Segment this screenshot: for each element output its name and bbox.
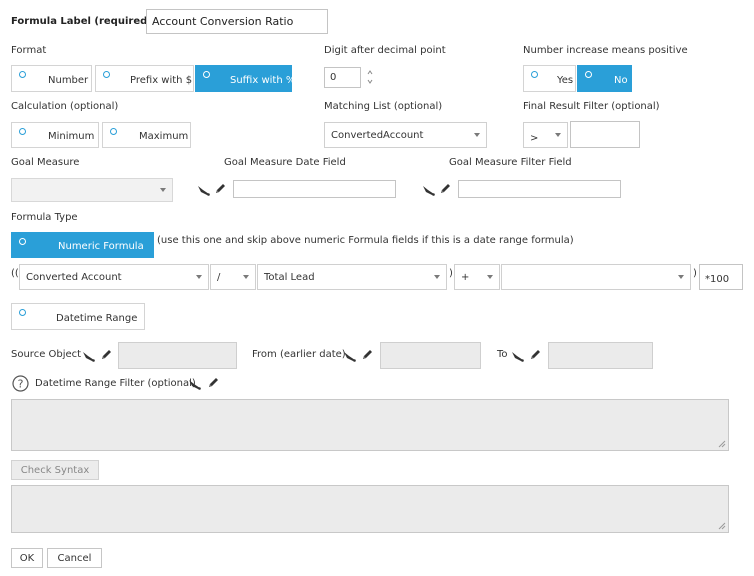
radio-icon — [531, 71, 538, 78]
positive-no-toggle[interactable]: No — [577, 65, 632, 92]
cancel-button[interactable]: Cancel — [47, 548, 102, 568]
formula-close-paren-2: ) — [693, 268, 697, 279]
formula-label-input[interactable]: Account Conversion Ratio — [146, 9, 328, 34]
brush-icon[interactable] — [82, 350, 96, 362]
resize-grip-icon[interactable] — [718, 522, 726, 530]
matching-list-label: Matching List (optional) — [324, 101, 443, 112]
formula-operator2-select[interactable]: + — [454, 264, 500, 290]
brush-icon[interactable] — [343, 350, 357, 362]
chevron-down-icon — [243, 275, 249, 279]
final-filter-label: Final Result Filter (optional) — [523, 101, 660, 112]
spinner-arrows-icon[interactable] — [366, 68, 374, 86]
to-date-label: To — [497, 349, 508, 360]
formula-field1-select[interactable]: Converted Account — [19, 264, 209, 290]
ok-button[interactable]: OK — [11, 548, 43, 568]
formula-field2-value: Total Lead — [264, 271, 315, 283]
goal-measure-select[interactable] — [11, 178, 173, 202]
goal-date-label: Goal Measure Date Field — [224, 157, 346, 168]
format-number-toggle[interactable]: Number — [11, 65, 92, 92]
brush-icon[interactable] — [188, 378, 202, 390]
formula-open-paren: (( — [11, 268, 19, 279]
formula-operator1-value: / — [217, 271, 221, 283]
svg-text:?: ? — [18, 378, 24, 391]
chevron-down-icon — [434, 275, 440, 279]
formula-label-label: Formula Label (required) — [11, 16, 152, 27]
numeric-formula-label: Numeric Formula — [58, 241, 144, 252]
goal-filter-input[interactable] — [458, 180, 621, 198]
radio-icon — [19, 71, 26, 78]
positive-yes-toggle[interactable]: Yes — [523, 65, 576, 92]
formula-close-paren-1: ) — [449, 268, 453, 279]
formula-type-label: Formula Type — [11, 212, 78, 223]
calc-maximum-label: Maximum — [139, 131, 189, 142]
calc-minimum-label: Minimum — [48, 131, 95, 142]
source-object-label: Source Object — [11, 349, 82, 360]
chevron-down-icon — [196, 275, 202, 279]
positive-no-label: No — [614, 75, 628, 86]
decimal-input[interactable]: 0 — [324, 67, 361, 88]
radio-icon — [19, 238, 26, 245]
to-date-input[interactable] — [548, 342, 653, 369]
datetime-range-label: Datetime Range — [56, 313, 138, 324]
radio-icon — [203, 71, 210, 78]
radio-icon — [19, 128, 26, 135]
formula-field1-value: Converted Account — [26, 271, 122, 283]
syntax-output-textarea[interactable] — [11, 485, 729, 533]
pencil-icon[interactable] — [439, 183, 453, 195]
calc-minimum-toggle[interactable]: Minimum — [11, 122, 99, 148]
goal-measure-label: Goal Measure — [11, 157, 80, 168]
chevron-down-icon — [678, 275, 684, 279]
final-filter-operator: > — [530, 132, 539, 144]
formula-multiplier[interactable]: *100 — [699, 264, 743, 290]
help-icon[interactable]: ? — [12, 375, 29, 392]
check-syntax-button[interactable]: Check Syntax — [11, 460, 99, 480]
radio-icon — [110, 128, 117, 135]
datetime-filter-label: Datetime Range Filter (optional) — [35, 378, 196, 389]
matching-list-value: ConvertedAccount — [331, 129, 424, 141]
formula-field3-select[interactable] — [501, 264, 691, 290]
positive-label: Number increase means positive — [523, 45, 688, 56]
matching-list-select[interactable]: ConvertedAccount — [324, 122, 487, 148]
decimal-label: Digit after decimal point — [324, 45, 446, 56]
goal-filter-label: Goal Measure Filter Field — [449, 157, 572, 168]
brush-icon[interactable] — [197, 184, 211, 196]
numeric-formula-hint: (use this one and skip above numeric For… — [157, 235, 574, 246]
pencil-icon[interactable] — [207, 377, 221, 389]
pencil-icon[interactable] — [361, 349, 375, 361]
formula-operator2-value: + — [461, 271, 470, 283]
datetime-range-toggle[interactable]: Datetime Range — [11, 303, 145, 330]
goal-date-input[interactable] — [233, 180, 396, 198]
chevron-down-icon — [160, 188, 166, 192]
positive-yes-label: Yes — [557, 75, 574, 86]
final-filter-operator-select[interactable]: > — [523, 122, 568, 148]
format-suffix-label: Suffix with % — [230, 75, 296, 86]
brush-icon[interactable] — [422, 184, 436, 196]
final-filter-value-input[interactable] — [570, 121, 640, 148]
radio-icon — [585, 71, 592, 78]
chevron-down-icon — [474, 133, 480, 137]
radio-icon — [19, 309, 26, 316]
resize-grip-icon[interactable] — [718, 440, 726, 448]
datetime-filter-textarea[interactable] — [11, 399, 729, 451]
formula-field2-select[interactable]: Total Lead — [257, 264, 447, 290]
from-date-label: From (earlier date) — [252, 349, 346, 360]
calc-maximum-toggle[interactable]: Maximum — [102, 122, 191, 148]
calculation-label: Calculation (optional) — [11, 101, 119, 112]
from-date-input[interactable] — [380, 342, 481, 369]
pencil-icon[interactable] — [529, 349, 543, 361]
formula-operator1-select[interactable]: / — [210, 264, 256, 290]
format-suffix-toggle[interactable]: Suffix with % — [195, 65, 296, 92]
pencil-icon[interactable] — [214, 183, 228, 195]
chevron-down-icon — [555, 133, 561, 137]
format-number-label: Number — [48, 75, 89, 86]
radio-icon — [103, 71, 110, 78]
format-label: Format — [11, 45, 47, 56]
source-object-input[interactable] — [118, 342, 237, 369]
chevron-down-icon — [487, 275, 493, 279]
format-prefix-label: Prefix with $ — [130, 75, 193, 86]
brush-icon[interactable] — [511, 350, 525, 362]
format-prefix-toggle[interactable]: Prefix with $ — [95, 65, 194, 92]
numeric-formula-toggle[interactable]: Numeric Formula — [11, 232, 154, 258]
pencil-icon[interactable] — [100, 349, 114, 361]
